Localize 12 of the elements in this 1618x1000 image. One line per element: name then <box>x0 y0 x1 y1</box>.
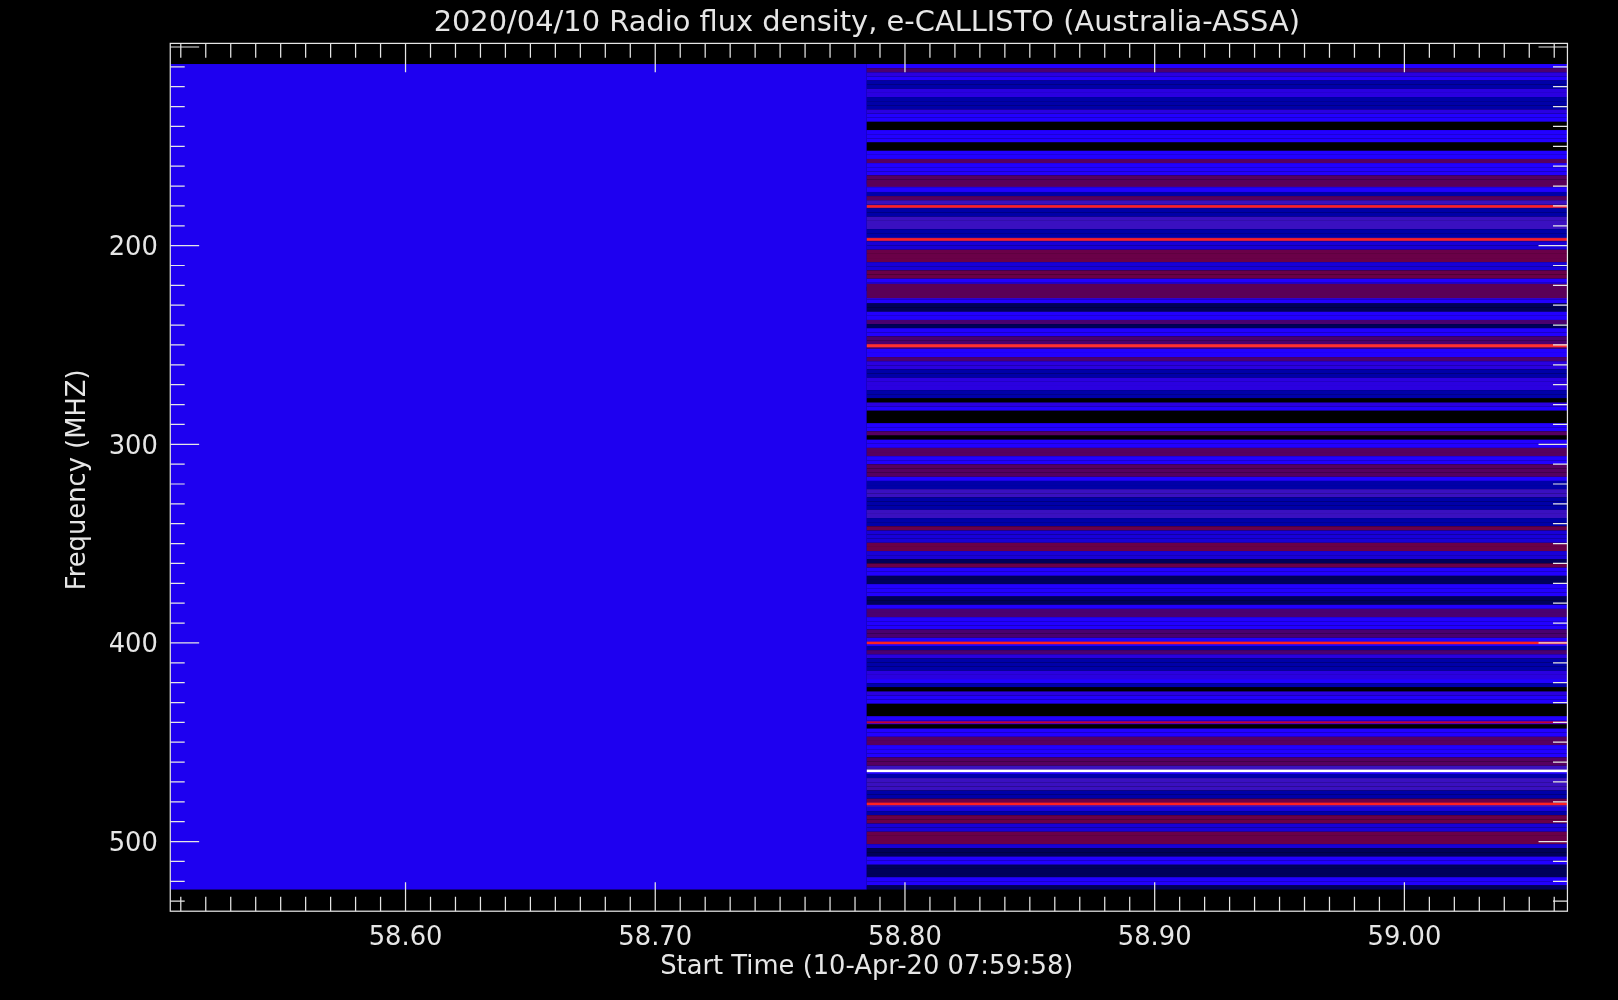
x-tick-label: 58.60 <box>368 921 443 952</box>
y-tick-label: 200 <box>108 230 158 261</box>
x-tick-label: 58.80 <box>868 921 942 952</box>
y-tick-label: 500 <box>108 826 158 857</box>
x-axis-label: Start Time (10-Apr-20 07:59:58) <box>660 950 1074 981</box>
x-tick-label: 59.00 <box>1367 921 1442 952</box>
y-tick-label: 400 <box>108 628 158 659</box>
chart-title: 2020/04/10 Radio flux density, e-CALLISTO (Australia-ASSA) <box>433 4 1300 38</box>
x-tick-label: 58.90 <box>1117 921 1192 952</box>
y-tick-label: 300 <box>108 429 158 460</box>
y-axis-label: Frequency (MHZ) <box>60 369 91 591</box>
x-tick-label: 58.70 <box>618 921 693 952</box>
